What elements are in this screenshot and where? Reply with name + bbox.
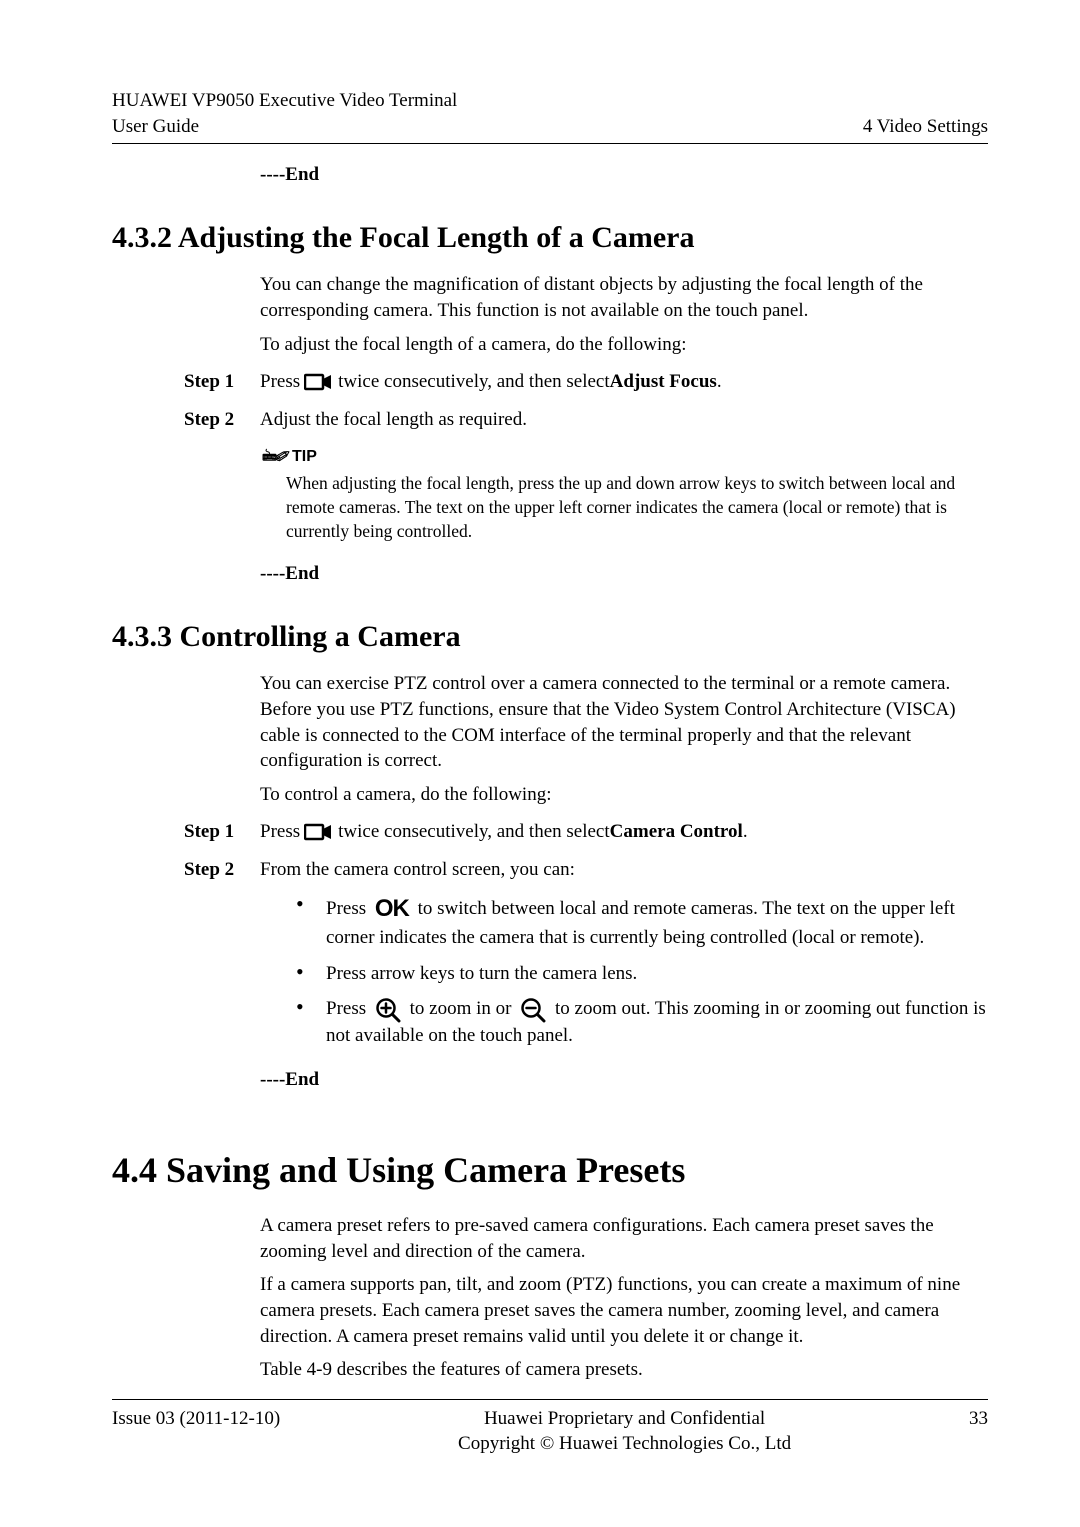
footer-rule bbox=[112, 1399, 988, 1400]
section-432-p1: You can change the magnification of dist… bbox=[260, 272, 988, 323]
step-body: Press twice consecutively, and then sele… bbox=[260, 819, 988, 845]
camera-icon bbox=[304, 822, 334, 842]
section-44-p3: Table 4-9 describes the features of came… bbox=[260, 1357, 988, 1383]
list-item: Press to zoom in or to zoom out. This zo… bbox=[292, 996, 988, 1048]
step-label: Step 1 bbox=[184, 369, 260, 395]
ok-button-icon: OK bbox=[375, 895, 409, 922]
section-433-step1: Step 1 Press twice consecutively, and th… bbox=[184, 819, 988, 845]
step-body: Adjust the focal length as required. bbox=[260, 407, 988, 433]
page-header: HUAWEI VP9050 Executive Video Terminal U… bbox=[112, 88, 988, 139]
end-marker: ----End bbox=[260, 162, 988, 188]
text-bold: Camera Control bbox=[610, 819, 743, 845]
step-label: Step 2 bbox=[184, 857, 260, 883]
section-433-step2: Step 2 From the camera control screen, y… bbox=[184, 857, 988, 883]
section-432-step2: Step 2 Adjust the focal length as requir… bbox=[184, 407, 988, 433]
list-item: Press arrow keys to turn the camera lens… bbox=[292, 961, 988, 987]
zoom-out-icon bbox=[520, 997, 546, 1023]
section-433-p1: You can exercise PTZ control over a came… bbox=[260, 671, 988, 774]
header-product: HUAWEI VP9050 Executive Video Terminal bbox=[112, 88, 457, 114]
header-chapter: 4 Video Settings bbox=[863, 114, 988, 140]
section-433-title: 4.3.3 Controlling a Camera bbox=[112, 617, 988, 658]
footer-page-number: 33 bbox=[969, 1406, 988, 1457]
page-footer: Issue 03 (2011-12-10) Huawei Proprietary… bbox=[112, 1399, 988, 1457]
footer-confidential: Huawei Proprietary and Confidential bbox=[280, 1406, 969, 1432]
text-part: twice consecutively, and then select bbox=[338, 819, 610, 845]
text-part: Press bbox=[326, 998, 371, 1019]
tip-block: 🖮✐ TIP When adjusting the focal length, … bbox=[262, 443, 988, 544]
section-432-p2: To adjust the focal length of a camera, … bbox=[260, 332, 988, 358]
text-part: twice consecutively, and then select bbox=[338, 369, 610, 395]
end-marker: ----End bbox=[260, 1067, 988, 1093]
step-body: Press twice consecutively, and then sele… bbox=[260, 369, 988, 395]
section-44-p1: A camera preset refers to pre-saved came… bbox=[260, 1213, 988, 1264]
tip-text: When adjusting the focal length, press t… bbox=[286, 472, 988, 543]
step-label: Step 2 bbox=[184, 407, 260, 433]
text-part: . bbox=[743, 819, 748, 845]
footer-issue: Issue 03 (2011-12-10) bbox=[112, 1406, 280, 1457]
text-part: Press bbox=[326, 898, 371, 919]
list-item: Press OK to switch between local and rem… bbox=[292, 893, 988, 951]
text-part: to switch between local and remote camer… bbox=[326, 898, 955, 948]
camera-icon bbox=[304, 372, 334, 392]
text-part: Press bbox=[260, 369, 300, 395]
section-432-title: 4.3.2 Adjusting the Focal Length of a Ca… bbox=[112, 218, 988, 259]
zoom-in-icon bbox=[375, 997, 401, 1023]
section-44-title: 4.4 Saving and Using Camera Presets bbox=[112, 1146, 988, 1195]
section-44-p2: If a camera supports pan, tilt, and zoom… bbox=[260, 1272, 988, 1349]
tip-label-text: TIP bbox=[292, 446, 317, 468]
key-pen-icon: 🖮✐ bbox=[262, 447, 288, 467]
end-marker: ----End bbox=[260, 561, 988, 587]
step-body: From the camera control screen, you can: bbox=[260, 857, 988, 883]
text-part: Press bbox=[260, 819, 300, 845]
tip-label: 🖮✐ TIP bbox=[262, 446, 317, 468]
text-bold: Adjust Focus bbox=[610, 369, 717, 395]
step-label: Step 1 bbox=[184, 819, 260, 845]
footer-copyright: Copyright © Huawei Technologies Co., Ltd bbox=[280, 1431, 969, 1457]
header-rule bbox=[112, 143, 988, 144]
bullet-list: Press OK to switch between local and rem… bbox=[292, 893, 988, 1049]
header-guide: User Guide bbox=[112, 114, 457, 140]
text-part: . bbox=[717, 369, 722, 395]
section-433-p2: To control a camera, do the following: bbox=[260, 782, 988, 808]
section-432-step1: Step 1 Press twice consecutively, and th… bbox=[184, 369, 988, 395]
text-part: to zoom in or bbox=[410, 998, 517, 1019]
